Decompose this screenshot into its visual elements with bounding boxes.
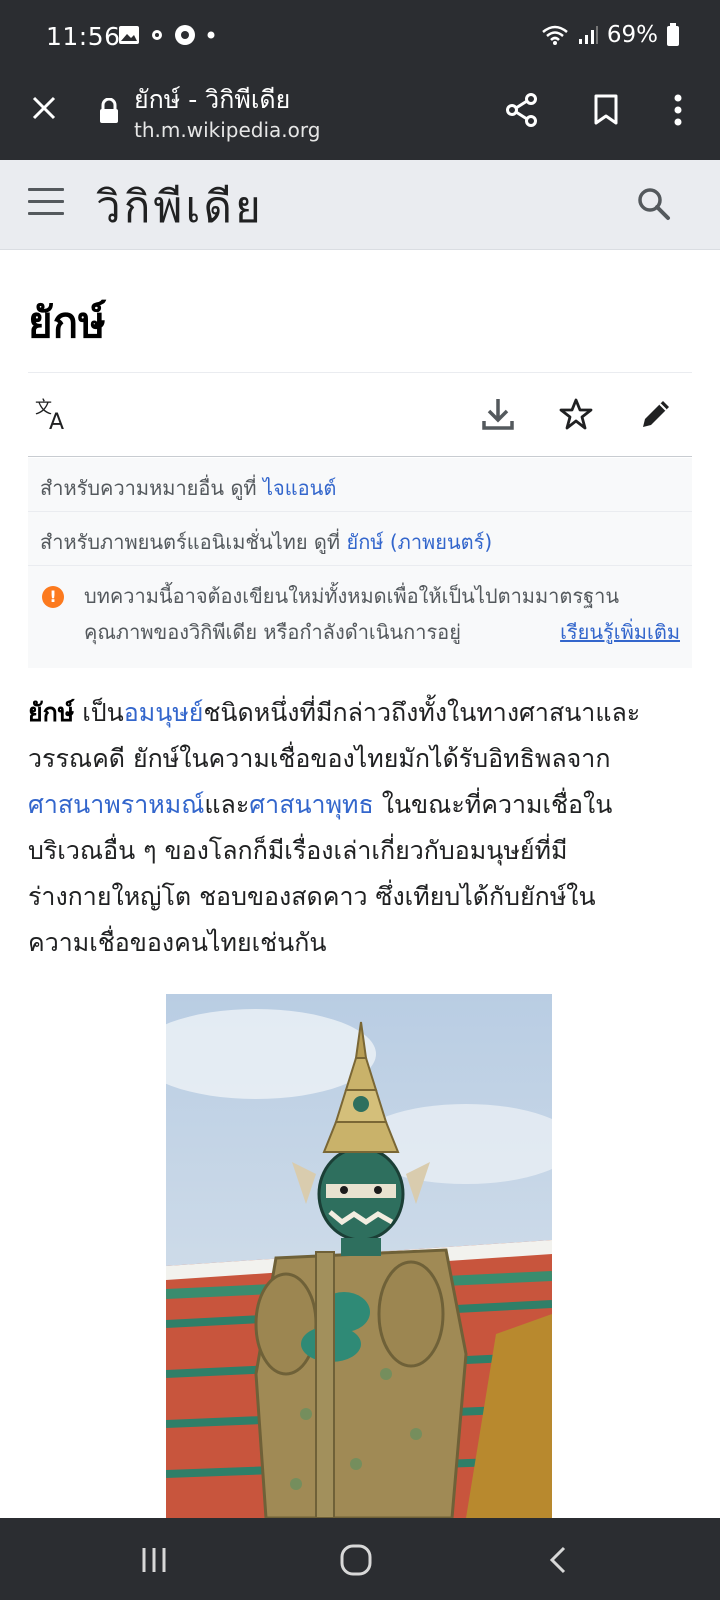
tab-title[interactable]: ยักษ์ - วิกิพีเดีย bbox=[134, 80, 290, 120]
yaksha-statue-image bbox=[166, 994, 552, 1518]
issue-text-line: บทความนี้อาจต้องเขียนใหม่ทั้งหมดเพื่อให้… bbox=[84, 584, 620, 608]
intro-text: และ bbox=[204, 790, 250, 819]
star-icon bbox=[559, 398, 593, 430]
hatnote-box: สำหรับความหมายอื่น ดูที่ ไจแอนต์ สำหรับภ… bbox=[28, 458, 692, 668]
hatnote-text: สำหรับภาพยนตร์แอนิเมชั่นไทย ดูที่ bbox=[40, 530, 347, 554]
battery-percent: 69% bbox=[606, 22, 658, 48]
page-issue-notice[interactable]: ! บทความนี้อาจต้องเขียนใหม่ทั้งหมดเพื่อใ… bbox=[28, 566, 692, 668]
close-icon bbox=[32, 96, 56, 120]
hatnote-link[interactable]: ยักษ์ (ภาพยนตร์) bbox=[346, 530, 492, 554]
pencil-icon bbox=[643, 401, 669, 427]
menu-bar bbox=[28, 200, 64, 203]
link-amanut[interactable]: อมนุษย์ bbox=[124, 698, 204, 727]
intro-text: ชนิดหนึ่งที่มีกล่าวถึงทั้งในทางศาสนาและ bbox=[203, 698, 641, 727]
intro-line: ศาสนาพราหมณ์และศาสนาพุทธ ในขณะที่ความเชื… bbox=[28, 782, 708, 828]
intro-line: ยักษ์ เป็นอมนุษย์ชนิดหนึ่งที่มีกล่าวถึงท… bbox=[28, 690, 708, 736]
article-intro: ยักษ์ เป็นอมนุษย์ชนิดหนึ่งที่มีกล่าวถึงท… bbox=[28, 690, 708, 966]
status-time: 11:56 bbox=[46, 22, 121, 51]
home-icon bbox=[340, 1544, 372, 1576]
browser-bar: ยักษ์ - วิกิพีเดีย th.m.wikipedia.org bbox=[0, 72, 720, 160]
intro-text: ในขณะที่ความเชื่อใน bbox=[373, 790, 613, 819]
page-url[interactable]: th.m.wikipedia.org bbox=[134, 118, 320, 142]
signal-icon bbox=[578, 26, 598, 44]
watch-button[interactable] bbox=[556, 394, 596, 434]
hatnote-text: สำหรับความหมายอื่น ดูที่ bbox=[40, 476, 263, 500]
warning-icon: ! bbox=[42, 586, 64, 608]
edit-button[interactable] bbox=[636, 394, 676, 434]
intro-bold-term: ยักษ์ bbox=[28, 698, 75, 727]
hatnote: สำหรับภาพยนตร์แอนิเมชั่นไทย ดูที่ ยักษ์ … bbox=[28, 512, 692, 566]
more-vert-icon bbox=[674, 94, 682, 126]
translate-icon: 文 A bbox=[35, 398, 64, 431]
status-right: 69% bbox=[541, 22, 680, 48]
share-button[interactable] bbox=[500, 88, 544, 132]
menu-bar bbox=[28, 212, 64, 215]
status-bar: 11:56 69% bbox=[0, 0, 720, 72]
lock-icon bbox=[100, 98, 118, 123]
recent-apps-button[interactable] bbox=[130, 1538, 178, 1582]
dot-icon bbox=[152, 30, 162, 40]
recents-icon bbox=[142, 1548, 166, 1572]
page-actions: 文 A bbox=[28, 386, 692, 442]
intro-line: วรรณคดี ยักษ์ในความเชื่อของไทยมักได้รับอ… bbox=[28, 744, 611, 773]
back-icon bbox=[549, 1546, 566, 1574]
chrome-icon bbox=[175, 25, 195, 45]
notification-icons bbox=[118, 24, 216, 46]
learn-more-link[interactable]: เรียนรู้เพิ่มเติม bbox=[554, 614, 680, 650]
close-tab-button[interactable] bbox=[24, 88, 64, 128]
divider bbox=[28, 372, 692, 373]
link-brahmanism[interactable]: ศาสนาพราหมณ์ bbox=[28, 790, 204, 819]
dot-small-icon bbox=[207, 31, 215, 39]
article-image[interactable] bbox=[166, 994, 552, 1518]
divider bbox=[28, 456, 692, 457]
issue-text-line: คุณภาพของวิกิพีเดีย หรือกำลังดำเนินการอย… bbox=[84, 620, 461, 644]
share-icon bbox=[506, 93, 537, 127]
svg-text:A: A bbox=[49, 410, 64, 431]
home-button[interactable] bbox=[332, 1538, 380, 1582]
wifi-icon bbox=[542, 25, 568, 45]
bookmark-button[interactable] bbox=[584, 88, 628, 132]
link-buddhism[interactable]: ศาสนาพุทธ bbox=[249, 790, 374, 819]
search-icon bbox=[638, 188, 670, 220]
intro-text: เป็น bbox=[74, 698, 124, 727]
intro-line: บริเวณอื่น ๆ ของโลกก็มีเรื่องเล่าเกี่ยวก… bbox=[28, 836, 568, 865]
download-button[interactable] bbox=[478, 394, 518, 434]
wikipedia-wordmark[interactable]: วิกิพีเดีย bbox=[96, 172, 264, 242]
hatnote: สำหรับความหมายอื่น ดูที่ ไจแอนต์ bbox=[28, 458, 692, 512]
bookmark-icon bbox=[594, 94, 618, 125]
battery-icon bbox=[667, 23, 679, 46]
more-options-button[interactable] bbox=[656, 88, 700, 132]
hatnote-link[interactable]: ไจแอนต์ bbox=[263, 476, 336, 500]
intro-line: ร่างกายใหญ่โต ชอบของสดคาว ซึ่งเทียบได้กั… bbox=[28, 882, 596, 911]
intro-line: ความเชื่อของคนไทยเช่นกัน bbox=[28, 928, 327, 957]
search-button[interactable] bbox=[636, 186, 676, 226]
system-navigation-bar bbox=[0, 1518, 720, 1600]
back-button[interactable] bbox=[534, 1538, 582, 1582]
gallery-icon bbox=[119, 26, 139, 44]
menu-bar bbox=[28, 188, 64, 191]
main-menu-button[interactable] bbox=[28, 188, 64, 222]
language-button[interactable]: 文 A bbox=[34, 394, 74, 434]
wiki-header: วิกิพีเดีย bbox=[0, 160, 720, 250]
download-icon bbox=[482, 399, 514, 430]
article-title: ยักษ์ bbox=[28, 298, 106, 347]
